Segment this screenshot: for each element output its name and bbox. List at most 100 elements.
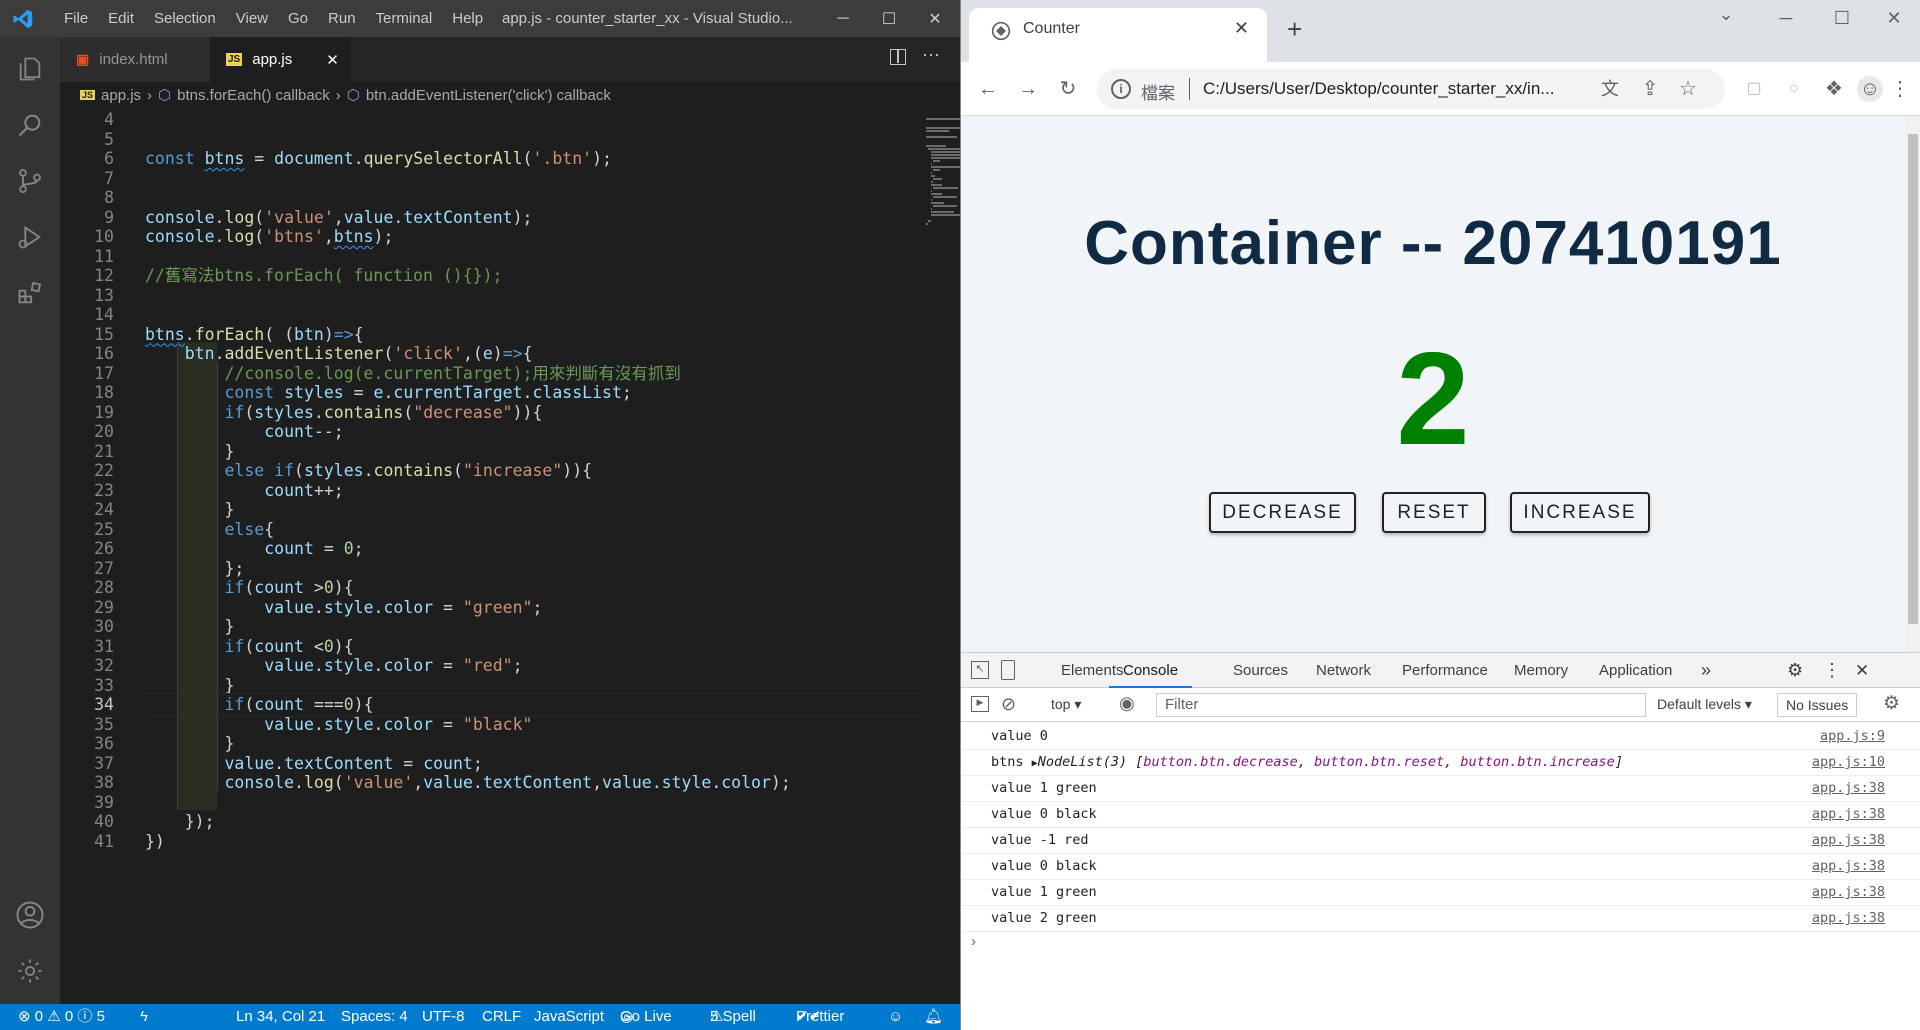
console-source-link[interactable]: app.js:10 <box>1812 750 1885 775</box>
tab-app-js[interactable]: JS app.js ✕ <box>210 37 350 82</box>
maximize-button[interactable]: ☐ <box>1817 8 1867 36</box>
console-settings-gear-icon[interactable]: ⚙ <box>1883 692 1900 715</box>
tab-network[interactable]: Network <box>1316 653 1371 688</box>
problems-status[interactable]: ⊗ 0 ⚠ 0 ⓘ 5 <box>18 1004 105 1030</box>
run-debug-icon[interactable] <box>0 209 60 265</box>
source-control-icon[interactable] <box>0 153 60 209</box>
settings-gear-icon[interactable] <box>0 943 60 999</box>
devtools-settings-gear-icon[interactable]: ⚙ <box>1787 653 1803 688</box>
extension-icon[interactable]: ▢ <box>1741 76 1767 102</box>
inspect-element-icon[interactable]: ↖ <box>971 661 989 679</box>
notifications-bell-icon[interactable]: 🔔︎ <box>924 1004 943 1030</box>
log-levels-dropdown[interactable]: Default levels ▾ <box>1657 696 1752 713</box>
issues-button[interactable]: No Issues <box>1777 693 1858 717</box>
page-scrollbar[interactable] <box>1905 116 1920 652</box>
console-source-link[interactable]: app.js:38 <box>1812 906 1885 931</box>
more-tabs-chevron-icon[interactable]: » <box>1701 653 1711 688</box>
menu-go[interactable]: Go <box>278 10 318 27</box>
console-source-link[interactable]: app.js:9 <box>1820 724 1885 749</box>
tab-index-html[interactable]: ▣ index.html <box>60 37 210 82</box>
more-vertical-icon[interactable]: ⋮ <box>1887 76 1913 102</box>
indentation-status[interactable]: Spaces: 4 <box>341 1004 408 1030</box>
encoding-status[interactable]: UTF-8 <box>422 1004 465 1030</box>
nodelist-preview[interactable]: NodeList(3) [button.btn.decrease, button… <box>1038 754 1623 770</box>
menu-selection[interactable]: Selection <box>144 10 226 27</box>
close-button[interactable]: ✕ <box>912 0 958 37</box>
eol-status[interactable]: CRLF <box>482 1004 521 1030</box>
tab-search-chevron-icon[interactable]: ⌄ <box>1701 4 1751 32</box>
explorer-icon[interactable] <box>0 41 60 97</box>
extension-icon[interactable]: ○ <box>1781 76 1807 102</box>
menu-file[interactable]: File <box>54 10 98 27</box>
extensions-icon[interactable] <box>0 265 60 321</box>
devtools-more-icon[interactable]: ⋮ <box>1823 653 1841 688</box>
increase-button[interactable]: INCREASE <box>1510 492 1650 533</box>
info-icon[interactable]: i <box>1111 79 1131 99</box>
live-expression-eye-icon[interactable]: ◉ <box>1119 693 1135 714</box>
close-button[interactable]: ✕ <box>1869 8 1919 36</box>
code-editor[interactable]: 4 5 6 const btns = document.querySelectorAl… <box>60 108 960 1004</box>
search-icon[interactable] <box>0 97 60 153</box>
cursor-position[interactable]: Ln 34, Col 21 <box>236 1004 325 1030</box>
tab-application[interactable]: Application <box>1599 653 1672 688</box>
menu-run[interactable]: Run <box>318 10 366 27</box>
reload-icon[interactable]: ↻ <box>1055 76 1081 102</box>
maximize-button[interactable]: ☐ <box>866 0 912 37</box>
reset-button[interactable]: RESET <box>1382 492 1486 533</box>
minimize-button[interactable]: ─ <box>1761 8 1811 36</box>
console-source-link[interactable]: app.js:38 <box>1812 776 1885 801</box>
console-prompt[interactable]: › <box>971 933 1911 957</box>
tab-sources[interactable]: Sources <box>1233 653 1288 688</box>
device-toolbar-icon[interactable] <box>1001 660 1015 680</box>
share-icon[interactable]: ⇪ <box>1637 76 1663 102</box>
minimize-button[interactable]: ─ <box>820 0 866 37</box>
context-selector[interactable]: top ▾ <box>1051 696 1081 713</box>
account-icon[interactable] <box>0 887 60 943</box>
console-source-link[interactable]: app.js:38 <box>1812 880 1885 905</box>
split-editor-icon[interactable] <box>890 49 906 65</box>
profile-avatar[interactable]: ☺ <box>1857 76 1883 102</box>
console-message: value 1 green app.js:38 <box>961 880 1920 906</box>
close-devtools-icon[interactable]: ✕ <box>1855 653 1869 688</box>
decrease-button[interactable]: DECREASE <box>1209 492 1356 533</box>
breadcrumb-item[interactable]: btns.forEach() callback <box>177 87 330 104</box>
new-tab-icon[interactable]: + <box>1287 14 1302 45</box>
tab-performance[interactable]: Performance <box>1402 653 1488 688</box>
menu-terminal[interactable]: Terminal <box>366 10 443 27</box>
extensions-puzzle-icon[interactable]: ❖ <box>1821 76 1847 102</box>
tab-console[interactable]: Console <box>1109 653 1193 688</box>
console-source-link[interactable]: app.js:38 <box>1812 854 1885 879</box>
code-line[interactable]: 41}) <box>60 830 920 854</box>
console-message: value 0 black app.js:38 <box>961 854 1920 880</box>
close-tab-icon[interactable]: ✕ <box>326 51 339 69</box>
minimap[interactable] <box>922 108 960 308</box>
breadcrumb-item[interactable]: btn.addEventListener('click') callback <box>366 87 611 104</box>
minimap-line <box>930 163 932 165</box>
menu-view[interactable]: View <box>226 10 278 27</box>
feedback-icon[interactable]: ☺ <box>888 1004 903 1030</box>
console-source-link[interactable]: app.js:38 <box>1812 828 1885 853</box>
scrollbar-thumb[interactable] <box>1908 134 1918 624</box>
clear-console-icon[interactable]: ⊘ <box>1001 694 1016 715</box>
back-arrow-icon[interactable]: ← <box>975 76 1001 102</box>
lightning-icon[interactable]: ϟ <box>140 1004 148 1030</box>
bookmark-star-icon[interactable]: ☆ <box>1675 76 1701 102</box>
address-bar[interactable]: i 檔案 C:/Users/User/Desktop/counter_start… <box>1097 69 1725 109</box>
forward-arrow-icon[interactable]: → <box>1015 76 1041 102</box>
address-divider <box>1189 78 1190 100</box>
nodelist-item: button.btn.decrease <box>1143 754 1298 770</box>
close-tab-icon[interactable]: ✕ <box>1234 18 1249 39</box>
tab-memory[interactable]: Memory <box>1514 653 1568 688</box>
console-source-link[interactable]: app.js:38 <box>1812 802 1885 827</box>
translate-icon[interactable]: 文 <box>1597 76 1623 102</box>
browser-tab-counter[interactable]: Counter ✕ <box>969 8 1267 62</box>
code-text: }) <box>145 831 165 851</box>
sidebar-toggle-icon[interactable]: ▶ <box>971 696 989 712</box>
menu-help[interactable]: Help <box>442 10 493 27</box>
more-actions-icon[interactable]: ⋯ <box>922 45 940 66</box>
console-filter-input[interactable]: Filter <box>1156 693 1646 717</box>
language-mode[interactable]: JavaScript <box>534 1004 604 1030</box>
menu-edit[interactable]: Edit <box>98 10 144 27</box>
minimap-line <box>926 130 949 132</box>
breadcrumb-item[interactable]: app.js <box>101 87 141 104</box>
